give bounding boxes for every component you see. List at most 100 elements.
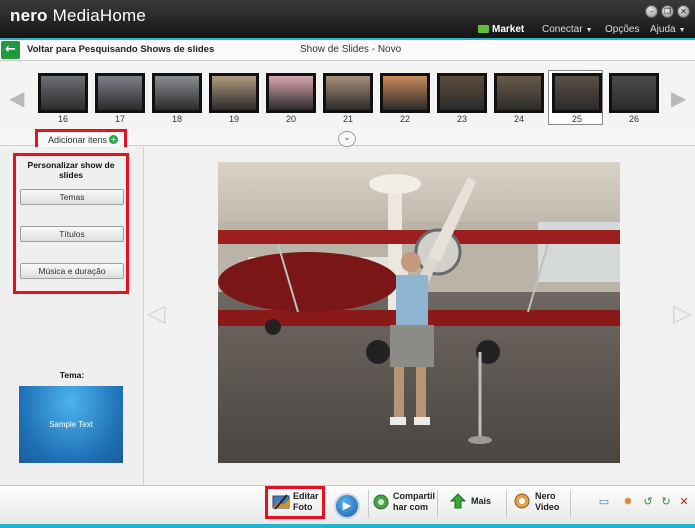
thumbnail[interactable]	[266, 73, 316, 113]
chevron-down-icon: ▼	[678, 27, 686, 34]
thumbnail-image	[383, 76, 427, 110]
thumbnail[interactable]	[152, 73, 202, 113]
toolbar-separator	[368, 490, 369, 518]
app-logo: nero MediaHome	[10, 6, 146, 26]
theme-preview[interactable]: Sample Text	[19, 386, 123, 463]
next-slide-icon[interactable]: ▷	[673, 299, 691, 327]
expand-chevron-icon[interactable]: ⌄	[338, 131, 356, 147]
play-button[interactable]: ▶	[334, 493, 360, 519]
restore-button[interactable]: ❐	[661, 5, 674, 18]
prev-slide-icon[interactable]: ◁	[147, 299, 165, 327]
thumbnail[interactable]	[437, 73, 487, 113]
thumbnail-image	[612, 76, 656, 110]
theme-sample-text: Sample Text	[49, 420, 93, 429]
edit-photo-line2: Foto	[293, 502, 313, 512]
cart-icon	[478, 25, 489, 33]
nero-video-icon	[514, 493, 530, 509]
thumbnail[interactable]	[95, 73, 145, 113]
thumbnail-number: 19	[228, 114, 239, 124]
customize-title: Personalizar show de slides	[27, 160, 115, 180]
thumbnail-image	[269, 76, 313, 110]
thumbnail-number: 26	[628, 114, 639, 124]
thumbnail-number: 25	[571, 114, 582, 124]
more-label: Mais	[471, 496, 492, 506]
page-title: Show de Slides - Novo	[300, 44, 402, 55]
thumbnail-number: 20	[285, 114, 296, 124]
app-name: MediaHome	[52, 6, 147, 25]
toolbar-separator	[506, 490, 507, 518]
back-arrow-icon: ←	[5, 42, 16, 57]
thumbnail-strip: ◀ ▶ 16 17 18 19 20 21 22 23 24 25 26	[0, 62, 695, 132]
help-menu[interactable]: Ajuda ▼	[650, 24, 686, 35]
nero-video-line1: Nero	[535, 491, 556, 501]
thumbnail-number: 17	[114, 114, 125, 124]
title-bar: nero MediaHome – ❐ ✕ Market Conectar ▼ Op…	[0, 0, 695, 40]
thumbnail[interactable]	[380, 73, 430, 113]
settings-icon[interactable]: ✹	[622, 496, 634, 508]
music-duration-button[interactable]: Música e duração	[20, 263, 124, 279]
options-menu[interactable]: Opções	[605, 24, 639, 35]
thumbnail-image	[440, 76, 484, 110]
thumbnail-image	[497, 76, 541, 110]
thumbnail-number: 22	[399, 114, 410, 124]
thumbnail[interactable]	[209, 73, 259, 113]
connect-menu[interactable]: Conectar ▼	[542, 24, 593, 35]
connect-label: Conectar	[542, 24, 583, 35]
plus-icon: +	[109, 135, 118, 144]
thumbnail[interactable]	[552, 73, 602, 113]
thumbnail-number: 18	[171, 114, 182, 124]
nav-bar: ← Voltar para Pesquisando Shows de slide…	[0, 40, 695, 61]
back-label[interactable]: Voltar para Pesquisando Shows de slides	[27, 44, 214, 55]
edit-photo-button[interactable]: Editar Foto	[265, 486, 325, 519]
options-label: Opções	[605, 24, 640, 35]
market-menu[interactable]: Market	[478, 24, 524, 35]
thumbnail[interactable]	[323, 73, 373, 113]
toolbar-separator	[437, 490, 438, 518]
thumbnail-number: 16	[57, 114, 68, 124]
theme-label: Tema:	[59, 370, 85, 380]
thumbnail-image	[155, 76, 199, 110]
toolbar-separator	[570, 490, 571, 518]
strip-prev-icon[interactable]: ◀	[9, 86, 24, 110]
up-arrow-icon	[450, 493, 466, 509]
rotate-right-icon[interactable]: ↻	[660, 496, 672, 508]
share-line1: Compartil	[393, 491, 436, 501]
help-label: Ajuda	[650, 24, 676, 35]
thumbnail[interactable]	[494, 73, 544, 113]
share-label: Compartil har com	[393, 491, 435, 513]
back-button[interactable]: ←	[1, 41, 20, 59]
close-button[interactable]: ✕	[677, 5, 690, 18]
edit-photo-icon	[272, 494, 290, 510]
chevron-down-icon: ▼	[585, 27, 593, 34]
thumbnail-image	[41, 76, 85, 110]
thumbnail-number: 21	[342, 114, 353, 124]
minimize-button[interactable]: –	[645, 5, 658, 18]
themes-button[interactable]: Temas	[20, 189, 124, 205]
slide-photo	[218, 162, 620, 463]
thumbnail-image	[555, 76, 599, 110]
thumbnail-image	[326, 76, 370, 110]
play-icon: ▶	[342, 499, 352, 512]
nero-video-label: Nero Video	[535, 491, 559, 513]
thumbnail-number: 24	[513, 114, 524, 124]
monitor-icon[interactable]: ▭	[598, 496, 610, 508]
thumbnail-image	[98, 76, 142, 110]
airplane-photo	[218, 162, 620, 463]
thumbnail-number: 23	[456, 114, 467, 124]
thumbnail-image	[212, 76, 256, 110]
thumbnail[interactable]	[609, 73, 659, 113]
nero-video-line2: Video	[535, 502, 560, 512]
add-items-label: Adicionar itens	[48, 135, 108, 145]
share-icon	[373, 494, 389, 510]
accent-line	[0, 524, 695, 528]
titles-button[interactable]: Títulos	[20, 226, 124, 242]
rotate-left-icon[interactable]: ↺	[642, 496, 654, 508]
brand-name: nero	[10, 6, 48, 25]
customize-panel: Personalizar show de slides Temas Título…	[13, 153, 129, 294]
share-line2: har com	[393, 502, 429, 512]
strip-next-icon[interactable]: ▶	[671, 86, 686, 110]
market-label: Market	[492, 24, 525, 35]
edit-photo-line1: Editar	[293, 491, 319, 501]
delete-icon[interactable]: ✕	[678, 496, 690, 508]
thumbnail[interactable]	[38, 73, 88, 113]
